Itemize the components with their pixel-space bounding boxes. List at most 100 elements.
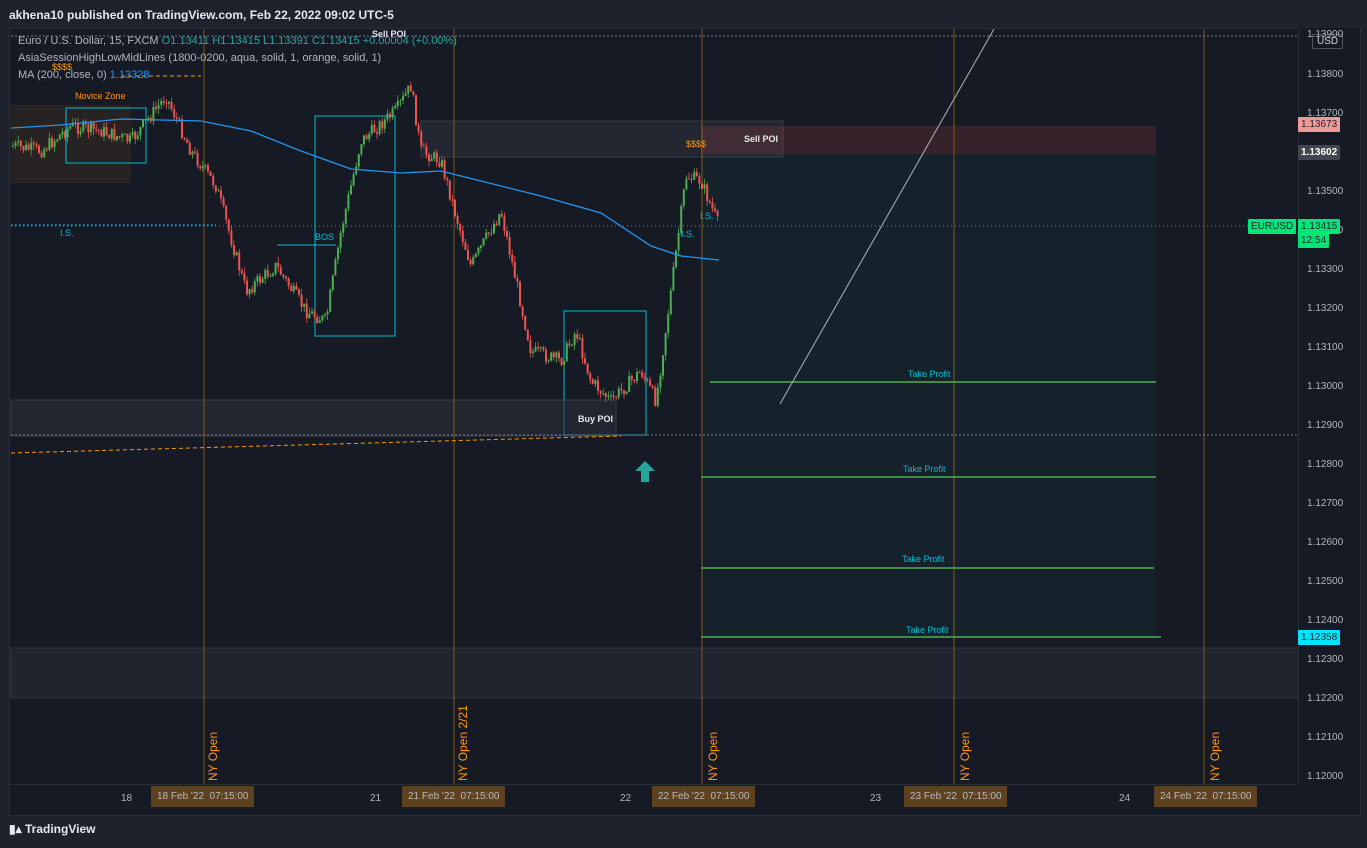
publisher-line: akhena10 published on TradingView.com, F… xyxy=(9,8,394,22)
candle-body xyxy=(56,139,59,142)
candle-body xyxy=(693,172,696,180)
candle-body xyxy=(116,136,118,141)
candle-body xyxy=(695,172,698,177)
candle-body xyxy=(638,372,641,374)
candle-body xyxy=(329,290,332,312)
candle-body xyxy=(238,252,241,271)
candle-body xyxy=(526,329,529,341)
candle-body xyxy=(290,285,293,292)
candle-body xyxy=(422,145,425,147)
tradingview-logo[interactable]: ▮▴ TradingView xyxy=(9,822,95,836)
candle-body xyxy=(344,208,347,224)
candle-body xyxy=(667,314,670,334)
sell-poi-top-label: Sell POI xyxy=(372,29,407,39)
novice-zone-label: Novice Zone xyxy=(75,91,126,101)
candle-body xyxy=(196,152,199,166)
candle-body xyxy=(534,346,537,352)
candle-body xyxy=(524,315,527,330)
candle-body xyxy=(425,146,428,155)
reward-zone xyxy=(701,154,1156,638)
candle-body xyxy=(227,219,230,231)
candle-body xyxy=(121,134,124,138)
candle-body xyxy=(443,160,446,179)
candle-body xyxy=(438,162,441,167)
candle-body xyxy=(152,106,155,122)
candle-body xyxy=(451,199,454,201)
candle-body xyxy=(604,393,607,397)
candle-body xyxy=(139,126,142,136)
candle-body xyxy=(597,380,599,391)
candle-body xyxy=(714,208,716,211)
candle-body xyxy=(576,333,579,339)
candle-body xyxy=(103,127,105,137)
take-profit-label-3: Take Profit xyxy=(902,554,945,564)
candle-body xyxy=(160,100,163,105)
candle-body xyxy=(105,127,108,136)
candle-body xyxy=(500,214,503,217)
candle-body xyxy=(136,135,139,139)
candle-body xyxy=(90,122,92,133)
candle-body xyxy=(498,214,501,225)
candle-body xyxy=(188,143,191,155)
candle-body xyxy=(363,135,365,145)
date-box-22: 22 Feb '22 07:15:00 xyxy=(652,786,756,807)
candle-body xyxy=(225,206,228,220)
candle-body xyxy=(337,247,339,260)
candle-body xyxy=(240,270,243,274)
candle-body xyxy=(194,151,196,153)
candle-body xyxy=(394,105,397,109)
candle-body xyxy=(126,133,129,142)
candle-body xyxy=(586,363,589,374)
sell-poi-label: Sell POI xyxy=(744,134,779,144)
candle-body xyxy=(412,91,415,95)
candle-body xyxy=(272,273,274,276)
candle-body xyxy=(251,289,254,293)
candle-body xyxy=(376,132,378,134)
candle-body xyxy=(248,289,251,295)
candle-body xyxy=(448,180,451,200)
price-chart-canvas[interactable] xyxy=(10,29,1360,815)
date-box-21: 21 Feb '22 07:15:00 xyxy=(402,786,506,807)
candle-body xyxy=(565,343,568,362)
candle-body xyxy=(162,100,165,103)
candle-body xyxy=(511,254,514,262)
candle-body xyxy=(204,165,207,167)
candle-body xyxy=(703,184,706,189)
bos-label: BOS xyxy=(315,232,335,242)
candle-body xyxy=(87,124,90,133)
candle-body xyxy=(316,317,319,323)
candle-body xyxy=(612,395,615,398)
candle-body xyxy=(396,101,399,106)
candle-body xyxy=(360,144,363,155)
time-label-22: 22 xyxy=(620,793,632,804)
candle-body xyxy=(285,276,287,279)
legend-ma-value: 1.13328 xyxy=(109,69,150,81)
candle-body xyxy=(261,278,264,283)
candle-body xyxy=(378,121,381,134)
legend-indicator[interactable]: AsiaSessionHighLowMidLines (1800-0200, a… xyxy=(18,52,381,64)
candle-body xyxy=(282,274,285,277)
current-price-tag: 1.13415 xyxy=(1298,219,1341,234)
candle-body xyxy=(305,303,308,319)
legend-ohlc: O1.13411 H1.13415 L1.13391 C1.13415 +0.0… xyxy=(161,35,457,47)
candle-body xyxy=(415,94,417,126)
candle-body xyxy=(92,122,95,129)
candle-body xyxy=(64,131,66,138)
liquidity-right-label: $$$$ xyxy=(686,139,707,149)
candle-body xyxy=(373,124,376,133)
legend-ma[interactable]: MA (200, close, 0) 1.13328 xyxy=(18,69,149,81)
price-axis[interactable] xyxy=(1298,28,1360,784)
candle-body xyxy=(383,119,386,129)
candle-body xyxy=(287,278,290,286)
candle-body xyxy=(617,388,620,398)
take-profit-label-4: Take Profit xyxy=(906,625,949,635)
candle-body xyxy=(521,306,524,316)
candle-body xyxy=(480,245,482,248)
candle-body xyxy=(664,333,667,356)
candle-body xyxy=(391,108,394,118)
candle-body xyxy=(519,281,521,307)
chart-pane[interactable] xyxy=(9,28,1361,816)
candle-body xyxy=(623,390,625,395)
candle-body xyxy=(318,320,321,323)
candle-body xyxy=(487,232,490,234)
